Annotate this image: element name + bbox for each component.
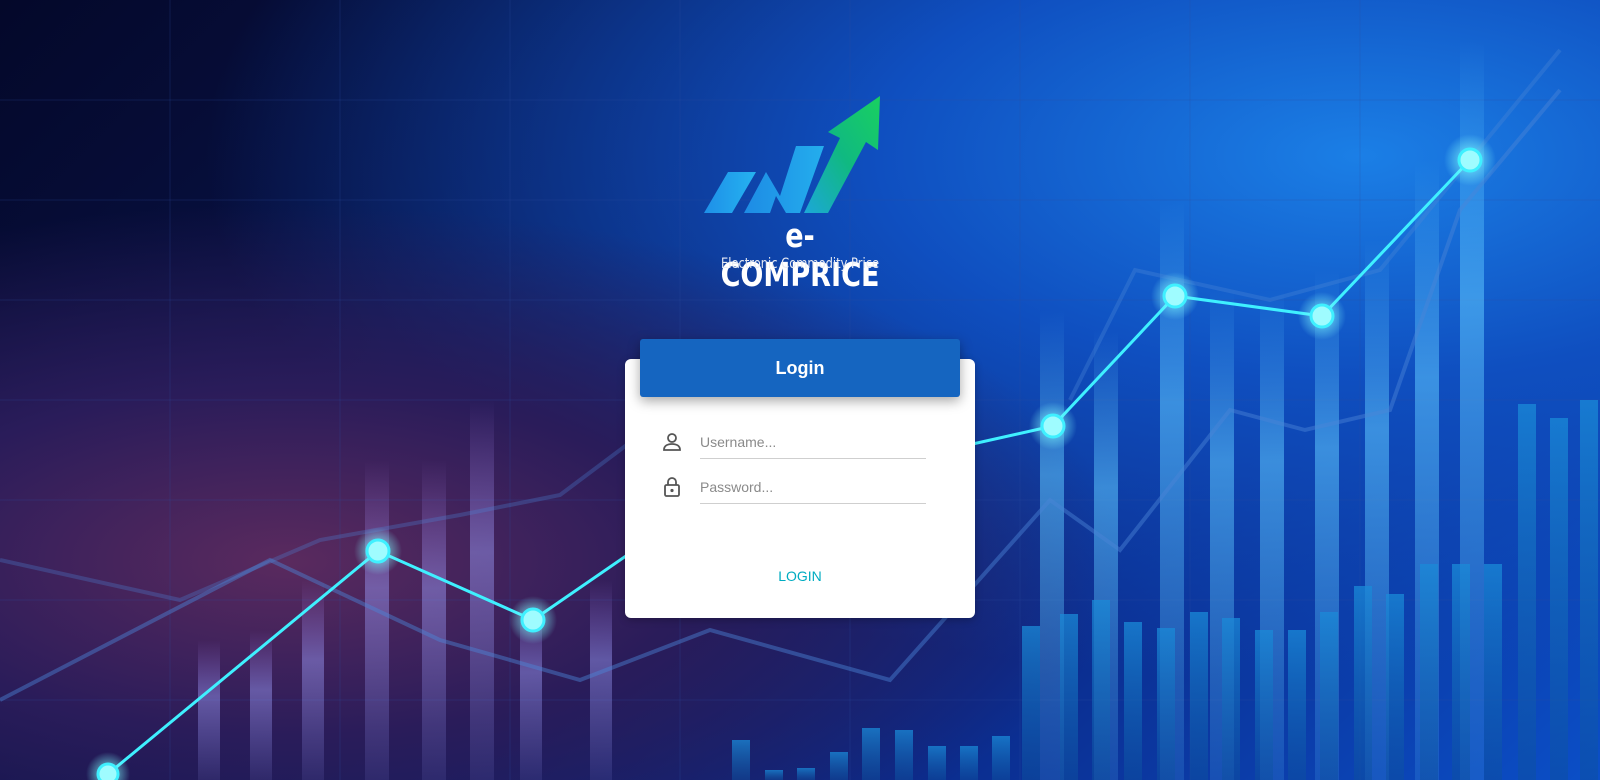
password-input[interactable] — [700, 471, 926, 504]
brand-tagline: Electronic Commodity Price — [720, 256, 880, 272]
trend-arrow-logo-icon — [704, 96, 880, 213]
username-field — [660, 426, 930, 462]
login-page: e-COMPRICE Electronic Commodity Price Lo… — [0, 0, 1600, 780]
login-card-title: Login — [640, 339, 960, 397]
password-field — [660, 471, 930, 507]
brand-name: e-COMPRICE — [720, 216, 880, 294]
brand-logo: e-COMPRICE Electronic Commodity Price — [700, 96, 900, 294]
person-icon — [660, 430, 684, 454]
username-input[interactable] — [700, 426, 926, 459]
login-button[interactable]: LOGIN — [740, 562, 860, 590]
lock-icon — [660, 475, 684, 499]
